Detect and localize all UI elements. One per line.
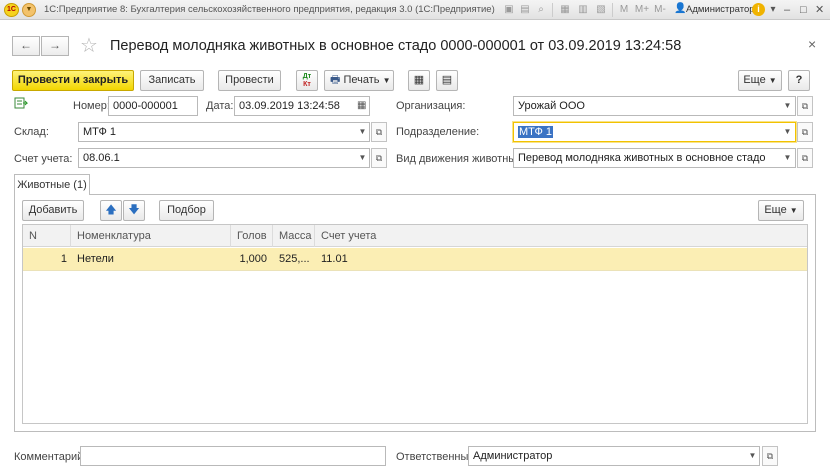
column-header-heads[interactable]: Голов	[231, 225, 273, 247]
column-header-mass[interactable]: Масса	[273, 225, 315, 247]
table-header: N Номенклатура Голов Масса Счет учета	[23, 225, 807, 247]
number-label: Номер:	[73, 100, 110, 112]
select-button[interactable]: Подбор	[159, 200, 214, 221]
open-icon[interactable]: ⧉	[797, 122, 813, 142]
organization-label: Организация:	[396, 100, 466, 112]
open-icon[interactable]: ⧉	[797, 96, 813, 116]
chevron-down-icon[interactable]: ▼	[355, 148, 370, 168]
cell-item: Нетели	[77, 253, 114, 265]
report-icon[interactable]: ▤	[436, 70, 458, 91]
open-icon[interactable]: ⧉	[762, 446, 778, 466]
chevron-down-icon[interactable]: ▼	[745, 446, 760, 466]
info-icon[interactable]: i	[752, 3, 765, 16]
move-up-icon[interactable]: 🡅	[100, 200, 122, 221]
date-field[interactable]: 03.09.2019 13:24:58	[234, 96, 370, 116]
column-header-n[interactable]: N	[23, 225, 71, 247]
movement-type-label: Вид движения животных:	[396, 153, 525, 165]
division-field[interactable]: МТФ 1	[513, 122, 796, 142]
user-icon: 👤	[674, 3, 687, 14]
cell-n: 1	[60, 253, 67, 265]
forward-button[interactable]: →	[41, 36, 69, 56]
column-header-account[interactable]: Счет учета	[315, 225, 807, 247]
memory-button[interactable]: M	[618, 3, 630, 17]
responsible-label: Ответственный:	[396, 451, 478, 463]
chevron-down-icon[interactable]: ▼	[780, 96, 795, 116]
chevron-down-icon[interactable]: ▼	[780, 122, 795, 142]
cell-mass: 525,...	[279, 253, 310, 265]
account-label: Счет учета:	[14, 153, 73, 165]
responsible-field[interactable]: Администратор	[468, 446, 760, 466]
warehouse-field[interactable]: МТФ 1	[78, 122, 370, 142]
memory-minus-button[interactable]: M-	[652, 3, 668, 17]
search-icon[interactable]: ⌕	[534, 3, 548, 17]
comment-field[interactable]	[80, 446, 386, 466]
open-icon[interactable]: ⧉	[797, 148, 813, 168]
animals-table[interactable]: N Номенклатура Голов Масса Счет учета 1 …	[22, 224, 808, 424]
chevron-down-icon: ▼	[382, 76, 391, 85]
cell-heads: 1,000	[239, 253, 267, 265]
structure-icon[interactable]: ▦	[408, 70, 430, 91]
maximize-button[interactable]: □	[800, 2, 807, 18]
more-button[interactable]: Еще ▼	[738, 70, 782, 91]
help-button[interactable]: ?	[788, 70, 810, 91]
table-more-button[interactable]: Еще ▼	[758, 200, 804, 221]
print-button[interactable]: 🖶 Печать ▼	[324, 70, 394, 91]
division-selected-text: МТФ 1	[518, 126, 554, 138]
open-icon[interactable]: ⧉	[371, 148, 387, 168]
app-title: 1С:Предприятие 8: Бухгалтерия сельскохоз…	[44, 4, 495, 15]
main-menu-button[interactable]: ▼	[22, 3, 36, 17]
chevron-down-icon[interactable]: ▼	[355, 122, 370, 142]
minimize-button[interactable]: –	[784, 2, 790, 18]
post-button[interactable]: Провести	[218, 70, 281, 91]
chevron-down-icon[interactable]: ▾	[768, 3, 778, 17]
column-header-item[interactable]: Номенклатура	[71, 225, 231, 247]
open-icon[interactable]: ⧉	[371, 122, 387, 142]
account-field[interactable]: 08.06.1	[78, 148, 370, 168]
chevron-down-icon[interactable]: ▼	[780, 148, 795, 168]
calculator-icon[interactable]: ▥	[576, 3, 590, 17]
cell-account: 11.01	[321, 253, 348, 265]
table-row[interactable]: 1 Нетели 1,000 525,... 11.01	[23, 248, 807, 270]
page-title: Перевод молодняка животных в основное ст…	[110, 38, 682, 54]
calendar-icon[interactable]: ▦	[357, 96, 366, 116]
title-bar: 1C ▼ 1С:Предприятие 8: Бухгалтерия сельс…	[0, 0, 830, 20]
form-close-icon[interactable]: ×	[808, 36, 816, 52]
comment-label: Комментарий:	[14, 451, 87, 463]
save-icon[interactable]: ▣	[502, 3, 516, 17]
window-close-button[interactable]: ✕	[815, 2, 824, 18]
warehouse-label: Склад:	[14, 126, 49, 138]
division-label: Подразделение:	[396, 126, 480, 138]
printer-icon: 🖶	[330, 74, 341, 86]
chevron-down-icon: ▼	[789, 206, 798, 215]
dt-kt-icon: Дт Кт	[302, 72, 312, 88]
calendar-icon[interactable]: ▦	[558, 3, 572, 17]
back-button[interactable]: ←	[12, 36, 40, 56]
calendar-icon[interactable]: ▧	[594, 3, 608, 17]
save-button[interactable]: Записать	[140, 70, 204, 91]
post-and-close-button[interactable]: Провести и закрыть	[12, 70, 134, 91]
movement-type-field[interactable]: Перевод молодняка животных в основное ст…	[513, 148, 796, 168]
move-down-icon[interactable]: 🡇	[123, 200, 145, 221]
tab-animals[interactable]: Животные (1)	[14, 174, 90, 195]
dt-kt-button[interactable]: Дт Кт	[296, 70, 318, 91]
add-row-button[interactable]: Добавить	[22, 200, 84, 221]
favorite-star-icon[interactable]: ☆	[80, 33, 98, 58]
date-label: Дата:	[206, 100, 234, 112]
document-posted-icon	[14, 97, 28, 109]
print-icon[interactable]: ▤	[518, 3, 532, 17]
organization-field[interactable]: Урожай ООО	[513, 96, 796, 116]
user-name[interactable]: Администратор	[686, 4, 755, 15]
app-logo: 1C	[4, 3, 19, 17]
chevron-down-icon: ▼	[768, 76, 777, 85]
number-field[interactable]: 0000-000001	[108, 96, 198, 116]
row-divider	[23, 270, 807, 271]
memory-plus-button[interactable]: M+	[634, 3, 650, 17]
